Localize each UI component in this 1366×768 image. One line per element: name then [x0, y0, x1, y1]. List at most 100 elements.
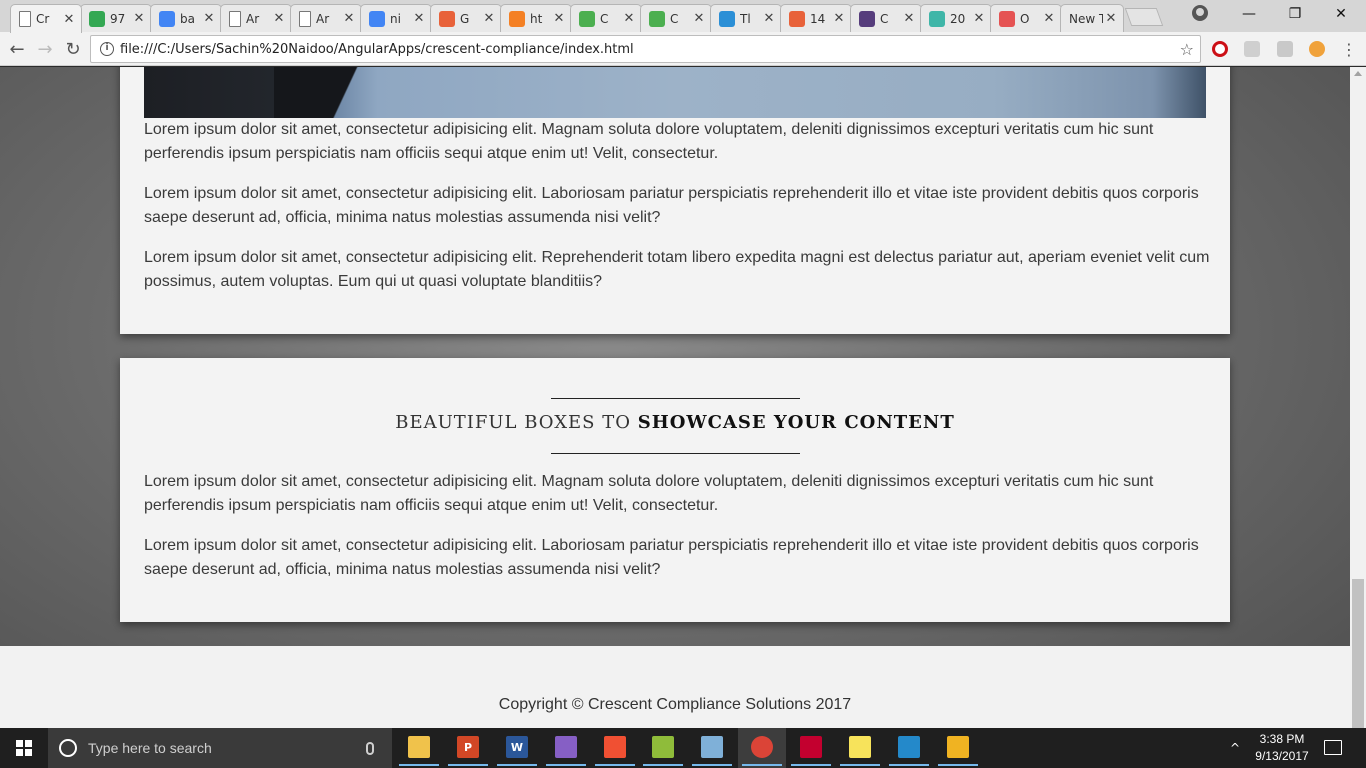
metamask-extension-icon[interactable]: [1309, 41, 1325, 57]
google-icon: [369, 10, 385, 27]
tab-close-icon[interactable]: ✕: [831, 11, 847, 26]
tab-title: C: [670, 11, 679, 26]
angular-cli-icon[interactable]: [791, 732, 831, 766]
back-button[interactable]: ←: [6, 38, 28, 60]
extension-icon[interactable]: [1244, 41, 1260, 57]
browser-tab[interactable]: ht ✕: [500, 4, 572, 32]
tools-icon[interactable]: [643, 732, 683, 766]
tab-close-icon[interactable]: ✕: [1103, 11, 1119, 26]
app-icon[interactable]: [692, 732, 732, 766]
tab-close-icon[interactable]: ✕: [971, 11, 987, 26]
bootstrap-icon: [859, 10, 875, 27]
browser-tab[interactable]: 14 ✕: [780, 4, 852, 32]
cortana-icon[interactable]: [59, 739, 77, 757]
bookmark-star-icon[interactable]: ☆: [1180, 40, 1194, 59]
tab-close-icon[interactable]: ✕: [131, 11, 147, 26]
file-explorer-icon[interactable]: [399, 732, 439, 766]
card-paragraph: Lorem ipsum dolor sit amet, consectetur …: [144, 185, 1199, 226]
sitepoint-icon: [719, 10, 735, 27]
address-bar[interactable]: i file:///C:/Users/Sachin%20Naidoo/Angul…: [90, 35, 1201, 63]
tab-title: 14: [810, 11, 826, 26]
heading-rule-bottom: [551, 453, 800, 454]
browser-tab[interactable]: 20 ✕: [920, 4, 992, 32]
browser-tab[interactable]: G ✕: [430, 4, 502, 32]
profile-icon[interactable]: [1192, 5, 1208, 21]
browser-tab[interactable]: C ✕: [570, 4, 642, 32]
tab-close-icon[interactable]: ✕: [901, 11, 917, 26]
action-center-icon[interactable]: [1324, 740, 1342, 755]
tab-close-icon[interactable]: ✕: [761, 11, 777, 26]
tab-close-icon[interactable]: ✕: [1041, 11, 1057, 26]
page-icon: [229, 10, 241, 27]
word-icon[interactable]: W: [497, 732, 537, 766]
browser-tab[interactable]: Ar ✕: [290, 4, 362, 32]
tab-title: 20: [950, 11, 966, 26]
forward-button[interactable]: →: [34, 38, 56, 60]
f-icon: [999, 10, 1015, 27]
section-heading: Beautiful boxes to showcase your content: [395, 412, 955, 433]
tab-close-icon[interactable]: ✕: [691, 11, 707, 26]
tab-title: Ar: [246, 11, 260, 26]
page-scrollbar[interactable]: [1350, 67, 1366, 728]
tab-close-icon[interactable]: ✕: [271, 11, 287, 26]
close-window-button[interactable]: ✕: [1318, 0, 1364, 28]
copyright-text: Copyright © Crescent Compliance Solution…: [498, 696, 852, 713]
clock-date: 9/13/2017: [1255, 749, 1309, 763]
info-icon[interactable]: i: [100, 42, 114, 56]
scroll-up-arrow-icon[interactable]: [1354, 71, 1362, 76]
browser-tab[interactable]: Tl ✕: [710, 4, 782, 32]
card-paragraph: Lorem ipsum dolor sit amet, consectetur …: [144, 473, 1154, 514]
browser-tab[interactable]: Cr ✕: [10, 4, 82, 33]
tab-title: O: [1020, 11, 1030, 26]
sticky-notes-icon[interactable]: [840, 732, 880, 766]
opera-extension-icon[interactable]: [1212, 41, 1228, 57]
tab-close-icon[interactable]: ✕: [341, 11, 357, 26]
pdf-extension-icon[interactable]: [1277, 41, 1293, 57]
browser-tab[interactable]: ba ✕: [150, 4, 222, 32]
search-placeholder[interactable]: Type here to search: [88, 740, 366, 756]
tab-close-icon[interactable]: ✕: [481, 11, 497, 26]
page-icon: [299, 10, 311, 27]
tab-close-icon[interactable]: ✕: [411, 11, 427, 26]
git-icon[interactable]: [595, 732, 635, 766]
tab-title: 97: [110, 11, 126, 26]
visual-studio-icon[interactable]: [546, 732, 586, 766]
html5-icon: [439, 10, 455, 27]
w3schools-icon: [579, 10, 595, 27]
tab-title: ni: [390, 11, 401, 26]
w3schools-icon: [649, 10, 665, 27]
windows-taskbar: Type here to search P W ^ 3:38 PM 9/13/20…: [0, 728, 1366, 768]
heading-rule-top: [551, 398, 800, 399]
url-text[interactable]: file:///C:/Users/Sachin%20Naidoo/Angular…: [120, 42, 1180, 57]
browser-tab[interactable]: Ar ✕: [220, 4, 292, 32]
taskbar-clock[interactable]: 3:38 PM 9/13/2017: [1250, 731, 1314, 765]
chrome-icon[interactable]: [742, 732, 782, 766]
tab-close-icon[interactable]: ✕: [61, 12, 77, 27]
start-button[interactable]: [0, 728, 48, 768]
browser-tab[interactable]: C ✕: [850, 4, 922, 32]
app-label: P: [463, 740, 473, 754]
tray-chevron-icon[interactable]: ^: [1230, 741, 1240, 755]
scrollbar-thumb[interactable]: [1352, 579, 1364, 728]
google-icon: [159, 10, 175, 27]
restore-button[interactable]: ❐: [1272, 0, 1318, 28]
microphone-icon[interactable]: [366, 741, 374, 755]
chrome-menu-icon[interactable]: ⋮: [1338, 38, 1360, 60]
taskbar-search[interactable]: Type here to search: [48, 728, 392, 768]
reload-button[interactable]: ↻: [62, 38, 84, 60]
html5-icon: [789, 10, 805, 27]
browser-tab[interactable]: New T ✕: [1060, 4, 1124, 32]
tab-close-icon[interactable]: ✕: [201, 11, 217, 26]
tab-title: ba: [180, 11, 195, 26]
browser-tab[interactable]: 97 ✕: [80, 4, 152, 32]
new-tab-button[interactable]: [1124, 8, 1164, 26]
browser-tab[interactable]: O ✕: [990, 4, 1062, 32]
vscode-icon[interactable]: [889, 732, 929, 766]
windows-server-icon[interactable]: [938, 732, 978, 766]
minimize-button[interactable]: —: [1226, 0, 1272, 28]
browser-tab[interactable]: C ✕: [640, 4, 712, 32]
browser-tab[interactable]: ni ✕: [360, 4, 432, 32]
powerpoint-icon[interactable]: P: [448, 732, 488, 766]
tab-close-icon[interactable]: ✕: [621, 11, 637, 26]
tab-close-icon[interactable]: ✕: [551, 11, 567, 26]
